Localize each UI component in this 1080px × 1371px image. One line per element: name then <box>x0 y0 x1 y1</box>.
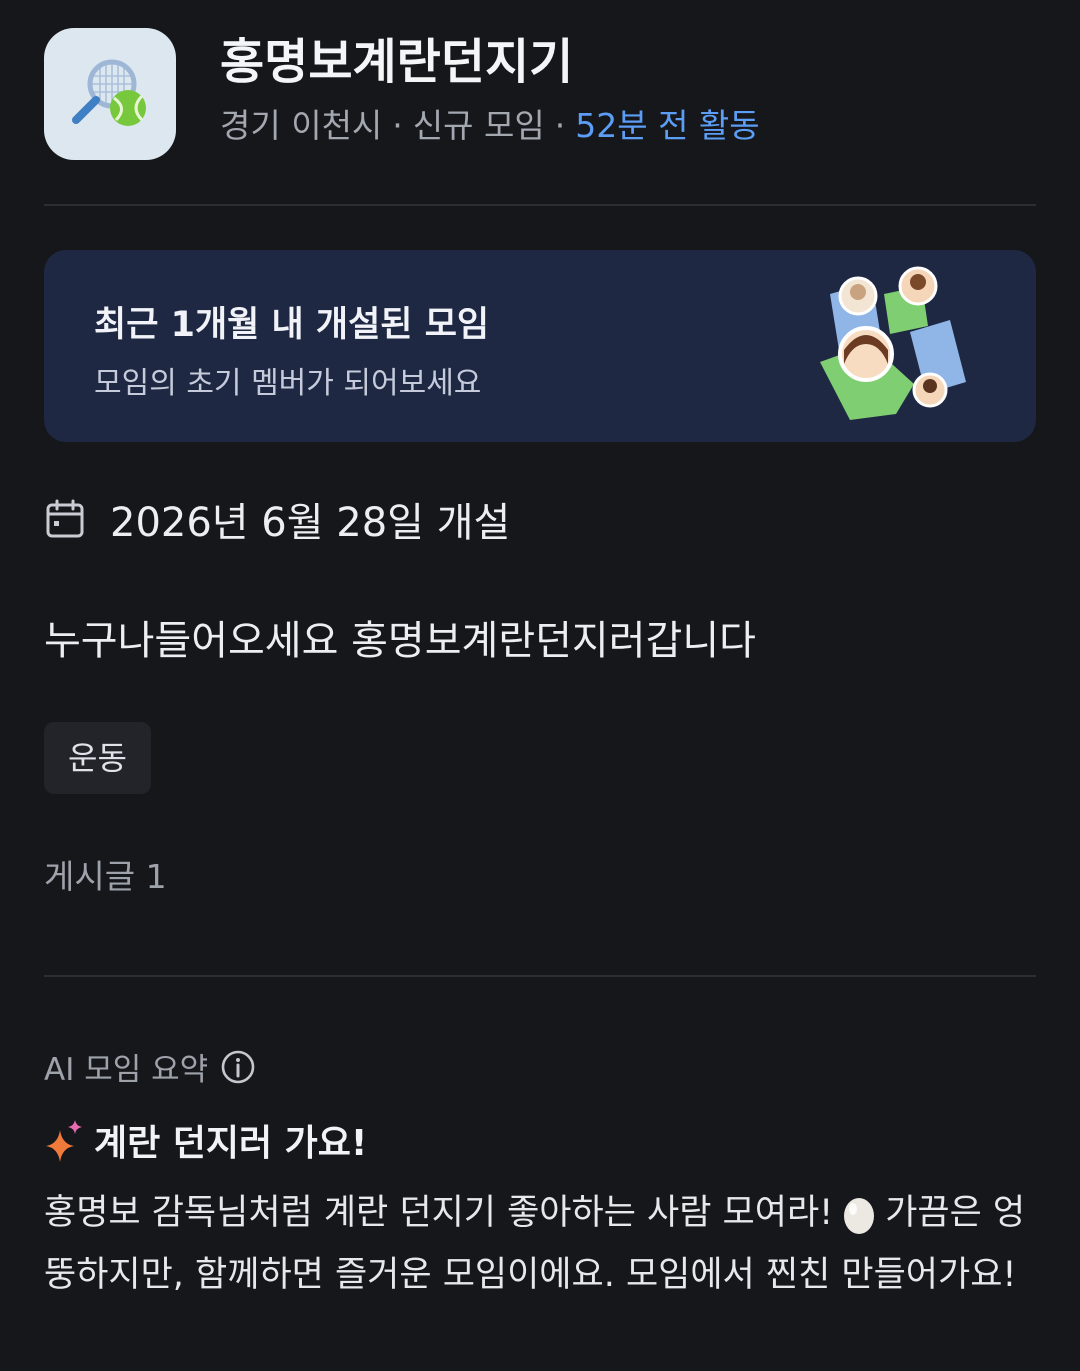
meta-separator: · <box>392 106 403 145</box>
group-description: 누구나들어오세요 홍명보계란던지러갑니다 <box>44 618 756 664</box>
ai-summary-body: 홍명보 감독님처럼 계란 던지기 좋아하는 사람 모여라! 가끔은 엉뚱하지만, … <box>44 1182 1034 1306</box>
members-illustration <box>810 264 980 432</box>
banner-subtitle: 모임의 초기 멤버가 되어보세요 <box>94 366 482 401</box>
header-text: 홍명보계란던지기 경기 이천시 · 신규 모임 · 52분 전 활동 <box>220 32 760 146</box>
new-group-banner[interactable]: 최근 1개월 내 개설된 모임 모임의 초기 멤버가 되어보세요 <box>44 250 1036 442</box>
created-date-row: 2026년 6월 28일 개설 <box>44 490 510 548</box>
tennis-racket-ball-icon <box>44 28 176 160</box>
egg-icon <box>844 1198 875 1234</box>
created-date: 2026년 6월 28일 개설 <box>110 500 511 546</box>
category-tag[interactable]: 운동 <box>44 722 151 794</box>
divider <box>44 204 1036 206</box>
ai-summary-label: AI 모임 요약 <box>44 1052 209 1088</box>
post-count[interactable]: 게시글 1 <box>44 850 167 898</box>
ai-summary-text-1: 홍명보 감독님처럼 계란 던지기 좋아하는 사람 모여라! <box>44 1193 834 1233</box>
sparkle-icon <box>46 1120 82 1162</box>
divider <box>44 975 1036 977</box>
status-text: 신규 모임 <box>412 106 545 145</box>
ai-summary-heading-row: 계란 던지러 가요! <box>44 1114 367 1166</box>
region-text: 경기 이천시 <box>220 106 383 145</box>
group-title: 홍명보계란던지기 <box>220 34 574 90</box>
group-meta: 경기 이천시 · 신규 모임 · 52분 전 활동 <box>220 106 760 146</box>
meta-separator: · <box>554 106 566 145</box>
info-icon[interactable] <box>220 1049 256 1085</box>
group-detail-page: 홍명보계란던지기 경기 이천시 · 신규 모임 · 52분 전 활동 최근 1개월 내 … <box>0 0 1080 1371</box>
ai-summary-label-row: AI 모임 요약 <box>44 1044 256 1089</box>
group-header: 홍명보계란던지기 경기 이천시 · 신규 모임 · 52분 전 활동 <box>44 28 760 160</box>
ai-summary-heading: 계란 던지러 가요! <box>94 1123 368 1164</box>
calendar-icon <box>46 499 84 538</box>
activity-text: 52분 전 활동 <box>575 106 760 145</box>
banner-title: 최근 1개월 내 개설된 모임 <box>94 305 490 345</box>
